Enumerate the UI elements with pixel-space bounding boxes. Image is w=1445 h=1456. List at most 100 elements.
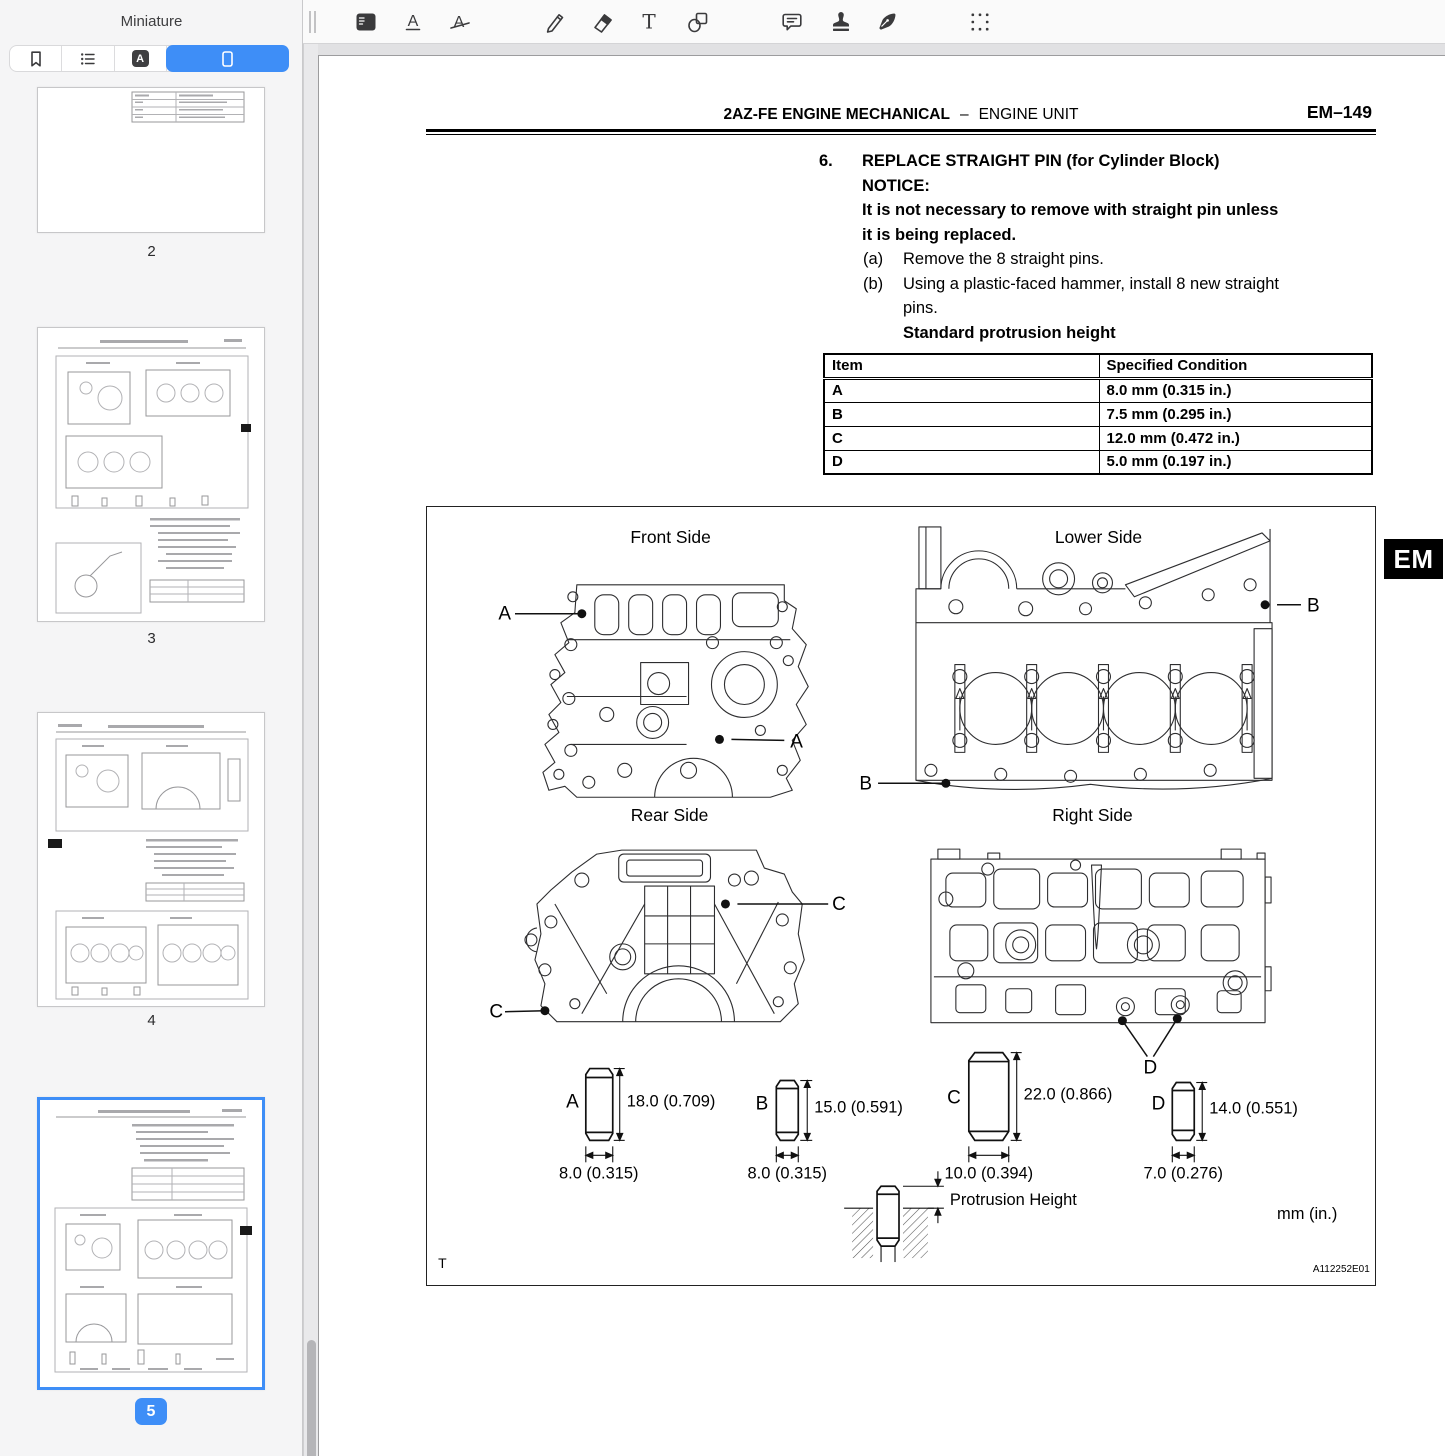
sidebar-scrollbar[interactable] [303, 44, 318, 1456]
underline-a-icon: A [401, 10, 425, 34]
sidebar-scrollbar-thumb[interactable] [307, 1340, 316, 1456]
page-number-2: 2 [0, 243, 303, 260]
thumbnail-4-sketch [38, 713, 264, 1006]
annotation-toolbar: A A A T [303, 0, 1445, 44]
page-thumbnail-2[interactable] [37, 87, 265, 233]
notice-label: NOTICE: [862, 174, 1381, 199]
sidebar-view-switcher: A [9, 45, 289, 72]
substep-b-text-1: Using a plastic-faced hammer, install 8 … [903, 272, 1279, 297]
cell-cond-b: 7.5 mm (0.295 in.) [1099, 402, 1372, 426]
pin-a-label: A [566, 1091, 579, 1112]
cell-item-d: D [824, 450, 1099, 474]
cell-item-a: A [824, 378, 1099, 402]
procedure-section: 6.REPLACE STRAIGHT PIN (for Cylinder Blo… [819, 149, 1381, 345]
callout-d: D [1144, 1058, 1158, 1079]
col-item: Item [824, 354, 1099, 378]
substep-b-text-2: pins. [903, 296, 938, 321]
pencil-icon [543, 10, 567, 34]
document-area: 2AZ-FE ENGINE MECHANICAL–ENGINE UNIT EM–… [318, 44, 1445, 1456]
format-style-button[interactable]: A [351, 7, 381, 37]
page-icon [217, 49, 237, 69]
underline-glyph: A [408, 13, 419, 30]
callout-b-left: B [859, 773, 872, 794]
lower-side-drawing [916, 527, 1272, 789]
substep-a-text: Remove the 8 straight pins. [903, 247, 1104, 272]
pdf-page: 2AZ-FE ENGINE MECHANICAL–ENGINE UNIT EM–… [318, 55, 1445, 1456]
stamp-icon [829, 10, 853, 34]
callout-c-left: C [489, 1002, 503, 1023]
lower-side-label: Lower Side [1055, 527, 1142, 547]
notice-line-2: it is being replaced. [862, 223, 1381, 248]
tab-thumbnails[interactable] [166, 45, 289, 72]
rear-side-label: Rear Side [631, 805, 709, 825]
tab-outline[interactable] [62, 46, 114, 71]
eraser-tool-button[interactable] [588, 7, 618, 37]
bookmark-icon [26, 49, 46, 69]
page-header: 2AZ-FE ENGINE MECHANICAL–ENGINE UNIT [426, 106, 1376, 124]
table-header-row: Item Specified Condition [824, 354, 1372, 378]
underline-text-button[interactable]: A [398, 7, 428, 37]
callout-a-right: A [790, 731, 803, 752]
outline-list-icon [78, 49, 98, 69]
engine-figure: Front Side Lower Side Rear Side Right Si… [427, 507, 1375, 1285]
pen-tool-button[interactable] [871, 7, 901, 37]
pin-d-width: 7.0 (0.276) [1144, 1164, 1224, 1182]
cell-cond-a: 8.0 mm (0.315 in.) [1099, 378, 1372, 402]
step-number: 6. [819, 149, 862, 174]
units-label: mm (in.) [1277, 1205, 1337, 1223]
callout-c-right: C [832, 894, 846, 915]
selection-tool-button[interactable] [965, 7, 995, 37]
page-thumbnail-4[interactable] [37, 712, 265, 1007]
strikethrough-text-button[interactable]: A [445, 7, 475, 37]
callout-b-right: B [1307, 596, 1320, 617]
corner-mark: T [438, 1255, 447, 1271]
text-glyph: T [642, 10, 656, 34]
thumbnail-5-sketch [40, 1100, 262, 1387]
pin-d-label: D [1152, 1093, 1166, 1114]
right-side-drawing [931, 849, 1271, 1023]
thumbnail-3-sketch [38, 328, 264, 621]
table-row: A8.0 mm (0.315 in.) [824, 378, 1372, 402]
style-glyph: A [364, 18, 372, 30]
protrusion-diagram [844, 1171, 944, 1262]
page-thumbnail-3[interactable] [37, 327, 265, 622]
pin-d-height: 14.0 (0.551) [1209, 1099, 1298, 1117]
header-subsection: ENGINE UNIT [979, 106, 1079, 123]
stamp-tool-button[interactable] [826, 7, 856, 37]
comment-icon [780, 10, 804, 34]
strike-glyph: A [454, 14, 465, 31]
step-heading: REPLACE STRAIGHT PIN (for Cylinder Block… [862, 149, 1220, 174]
shapes-tool-button[interactable] [683, 7, 713, 37]
pen-icon [874, 10, 898, 34]
substep-b-label: (b) [863, 272, 903, 297]
spec-table: Item Specified Condition A8.0 mm (0.315 … [823, 353, 1373, 475]
rear-side-drawing [525, 850, 804, 1022]
text-tool-button[interactable]: T [634, 7, 664, 37]
pencil-tool-button[interactable] [540, 7, 570, 37]
sidebar-title: Miniature [0, 13, 303, 30]
page-number-5-selected: 5 [135, 1398, 167, 1425]
pin-c-width: 10.0 (0.394) [944, 1164, 1033, 1182]
pin-b-height: 15.0 (0.591) [814, 1098, 903, 1116]
tab-bookmarks[interactable] [10, 46, 62, 71]
page-thumbnail-5-selected[interactable] [37, 1097, 265, 1390]
col-condition: Specified Condition [1099, 354, 1372, 378]
eraser-icon [591, 10, 615, 34]
annotation-a-icon: A [132, 50, 149, 67]
engine-figure-box: Front Side Lower Side Rear Side Right Si… [426, 506, 1376, 1286]
comment-tool-button[interactable] [777, 7, 807, 37]
front-side-label: Front Side [630, 527, 710, 547]
header-rule [426, 129, 1376, 135]
table-row: D5.0 mm (0.197 in.) [824, 450, 1372, 474]
pin-b-label: B [756, 1093, 769, 1114]
protrusion-height-label: Protrusion Height [950, 1191, 1077, 1209]
shapes-icon [686, 10, 710, 34]
substep-a-label: (a) [863, 247, 903, 272]
toolbar-drag-handle[interactable] [308, 11, 318, 33]
right-side-label: Right Side [1052, 805, 1132, 825]
cell-item-b: B [824, 402, 1099, 426]
thumbnail-2-sketch [38, 88, 264, 232]
header-section-title: 2AZ-FE ENGINE MECHANICAL [723, 106, 949, 123]
pin-c-label: C [947, 1087, 961, 1108]
tab-annotations[interactable]: A [115, 46, 167, 71]
